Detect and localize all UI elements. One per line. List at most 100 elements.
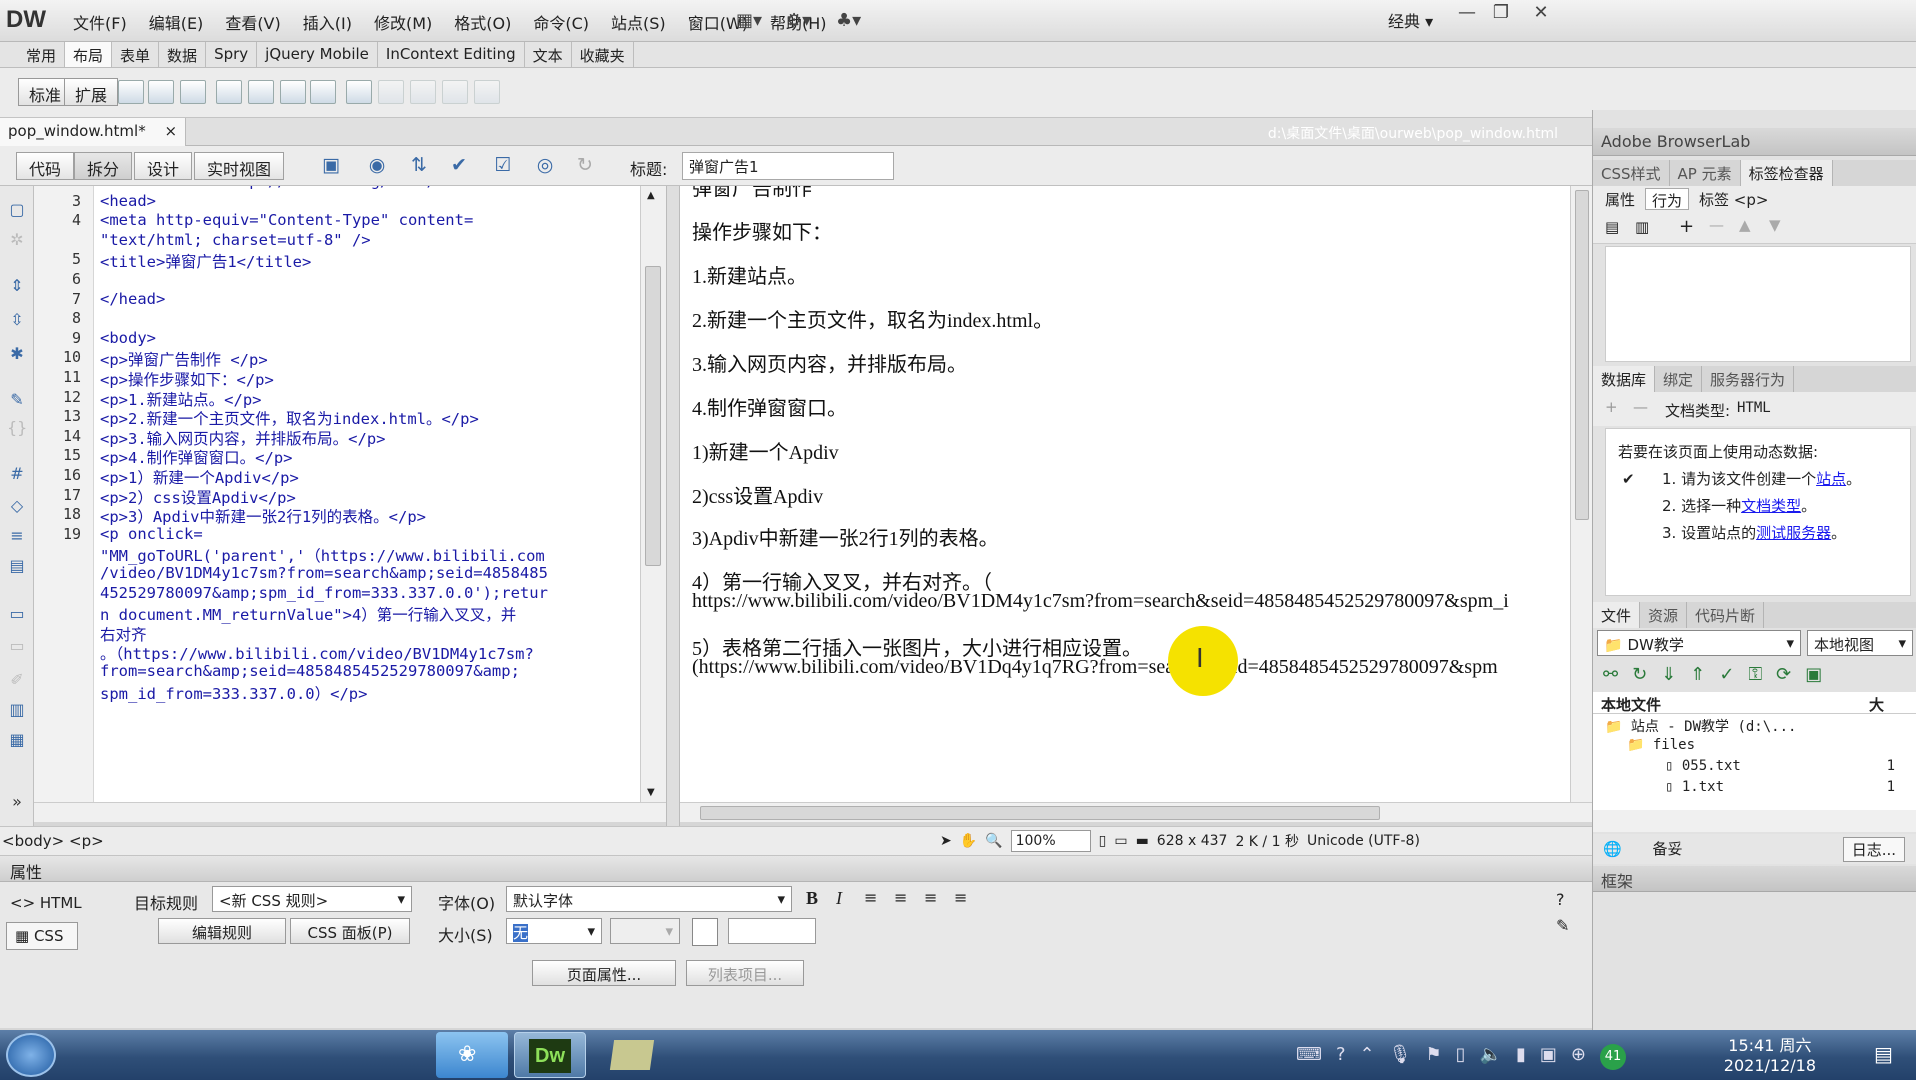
- fluid-layout-icon[interactable]: [180, 80, 206, 104]
- expand-toolbar-icon[interactable]: »: [7, 792, 27, 811]
- browserlab-header[interactable]: Adobe BrowserLab: [1593, 128, 1916, 156]
- word-wrap-icon[interactable]: ≡: [7, 526, 27, 545]
- taskbar-app-browser[interactable]: ❀: [436, 1032, 508, 1078]
- live-view-button[interactable]: 实时视图: [194, 152, 285, 180]
- network-icon[interactable]: ▮: [1516, 1044, 1526, 1070]
- refresh-icon[interactable]: ↻: [572, 154, 598, 178]
- close-tab-icon[interactable]: ×: [164, 122, 177, 140]
- inspector-subtab[interactable]: 属性: [1599, 188, 1641, 210]
- file-management-icon[interactable]: ⇅: [406, 154, 432, 178]
- close-icon[interactable]: ✕: [1524, 2, 1558, 28]
- add-behavior-icon[interactable]: +: [1679, 216, 1694, 237]
- code-view-button[interactable]: 代码: [16, 152, 75, 180]
- collapse-tag-icon[interactable]: ⇕: [7, 276, 27, 295]
- hand-tool-icon[interactable]: ✋: [960, 833, 977, 849]
- tray-arrow-icon[interactable]: ⌃: [1360, 1044, 1375, 1070]
- move-up-icon[interactable]: ▲: [1739, 216, 1751, 234]
- div-tag-icon[interactable]: [118, 80, 144, 104]
- taskbar-app-files[interactable]: [594, 1032, 666, 1078]
- insert-tab[interactable]: 收藏夹: [572, 42, 634, 67]
- keyboard-icon[interactable]: ⌨: [1296, 1044, 1322, 1070]
- panel-tab[interactable]: 数据库: [1593, 366, 1656, 392]
- split-divider[interactable]: [666, 186, 680, 826]
- insert-tab[interactable]: 文本: [525, 42, 572, 67]
- get-files-icon[interactable]: ⇓: [1661, 664, 1676, 686]
- device-icon[interactable]: ▯: [1456, 1044, 1466, 1070]
- spry-accordion-icon[interactable]: [280, 80, 306, 104]
- remove-icon[interactable]: —: [1633, 398, 1648, 416]
- w3c-validation-icon[interactable]: ✔: [446, 154, 472, 178]
- bold-button[interactable]: B: [806, 888, 818, 909]
- tree-node[interactable]: 📁 files: [1627, 737, 1911, 753]
- design-horizontal-scrollbar[interactable]: [680, 802, 1592, 822]
- log-button[interactable]: 日志...: [1842, 837, 1905, 862]
- zoom-select[interactable]: 100%: [1010, 830, 1091, 852]
- highlight-invalid-icon[interactable]: ◇: [7, 496, 27, 515]
- design-hscroll-thumb[interactable]: [700, 806, 1380, 820]
- remove-comment-icon[interactable]: ▭: [7, 636, 27, 655]
- open-documents-icon[interactable]: ▢: [7, 200, 27, 219]
- color-input[interactable]: [728, 918, 816, 944]
- restore-icon[interactable]: ❐: [1484, 2, 1518, 28]
- clock[interactable]: 15:41 周六 2021/12/18: [1724, 1036, 1816, 1076]
- color-picker[interactable]: [692, 918, 718, 946]
- step-link[interactable]: 站点: [1816, 470, 1846, 488]
- menu-item[interactable]: 站点(S): [600, 10, 677, 34]
- menu-item[interactable]: 命令(C): [522, 10, 600, 34]
- insert-tab[interactable]: Spry: [206, 42, 258, 67]
- remove-behavior-icon[interactable]: —: [1709, 216, 1724, 234]
- phone-size-icon[interactable]: ▯: [1099, 833, 1107, 849]
- code-horizontal-scrollbar[interactable]: [34, 802, 666, 822]
- files-hscroll[interactable]: [1593, 810, 1916, 832]
- tag-selector[interactable]: <body> <p>: [2, 832, 104, 850]
- insert-tab[interactable]: 布局: [65, 42, 113, 67]
- panel-tab[interactable]: 文件: [1593, 602, 1641, 628]
- apply-comment-icon[interactable]: ▭: [7, 604, 27, 623]
- spry-collapsible-icon[interactable]: [310, 80, 336, 104]
- show-set-events-icon[interactable]: ▤: [1605, 218, 1619, 236]
- workspace-switcher[interactable]: 经典 ▾: [1388, 8, 1433, 32]
- title-input[interactable]: 弹窗广告1: [682, 152, 894, 180]
- inspector-subtab[interactable]: 标签 <p>: [1693, 188, 1774, 210]
- size-select[interactable]: 无 ▾: [506, 918, 602, 944]
- design-view-button[interactable]: 设计: [134, 152, 193, 180]
- step-link[interactable]: 文档类型: [1741, 497, 1801, 515]
- check-in-icon[interactable]: ⚿: [1748, 664, 1762, 686]
- target-rule-select[interactable]: <新 CSS 规则> ▾: [212, 886, 412, 912]
- syntax-coloring-icon[interactable]: ▤: [7, 556, 27, 575]
- properties-header[interactable]: 属性: [0, 856, 1592, 882]
- italic-button[interactable]: I: [836, 888, 842, 909]
- flag-icon[interactable]: ⚑: [1426, 1044, 1442, 1070]
- panel-tab[interactable]: 资源: [1640, 602, 1688, 628]
- security-badge[interactable]: 41: [1599, 1044, 1626, 1070]
- zoom-tool-icon[interactable]: 🔍: [985, 833, 1002, 849]
- select-parent-tag-icon[interactable]: ✎: [7, 390, 27, 409]
- window-size[interactable]: 628 x 437: [1157, 833, 1228, 849]
- html-mode-button[interactable]: <> HTML: [10, 894, 82, 912]
- insert-tab[interactable]: 表单: [112, 42, 160, 67]
- site-select[interactable]: 📁 DW教学 ▾: [1597, 630, 1801, 656]
- balance-braces-icon[interactable]: {}: [7, 418, 27, 437]
- refresh-files-icon[interactable]: ↻: [1632, 664, 1647, 686]
- minimize-icon[interactable]: —: [1450, 2, 1484, 28]
- taskbar-app-dreamweaver[interactable]: Dw: [514, 1032, 586, 1078]
- design-vertical-scrollbar[interactable]: [1570, 186, 1592, 802]
- tablet-size-icon[interactable]: ▭: [1114, 833, 1127, 849]
- menu-item[interactable]: 编辑(E): [138, 10, 215, 34]
- put-files-icon[interactable]: ⇑: [1690, 664, 1705, 686]
- check-out-icon[interactable]: ✓: [1719, 664, 1734, 686]
- show-code-navigator-icon[interactable]: ✲: [7, 230, 27, 249]
- expanded-mode-button[interactable]: 扩展: [64, 78, 119, 106]
- add-icon[interactable]: +: [1605, 398, 1618, 416]
- menu-item[interactable]: 插入(I): [292, 10, 363, 34]
- page-properties-button[interactable]: 页面属性...: [532, 960, 676, 986]
- scroll-up-icon[interactable]: ▲: [647, 190, 655, 201]
- file-tree[interactable]: 📁 站点 - DW教学 (d:\... 📁 files ▯ 055.txt 1 ▯ 1.…: [1593, 714, 1916, 810]
- ap-div-icon[interactable]: [148, 80, 174, 104]
- panel-tab[interactable]: 代码片断: [1687, 602, 1765, 628]
- insert-tab[interactable]: jQuery Mobile: [257, 42, 378, 67]
- line-numbers-icon[interactable]: #: [7, 464, 27, 483]
- menu-item[interactable]: 查看(V): [214, 10, 291, 34]
- scroll-down-icon[interactable]: ▼: [647, 787, 655, 798]
- panel-tab[interactable]: CSS样式: [1593, 160, 1670, 186]
